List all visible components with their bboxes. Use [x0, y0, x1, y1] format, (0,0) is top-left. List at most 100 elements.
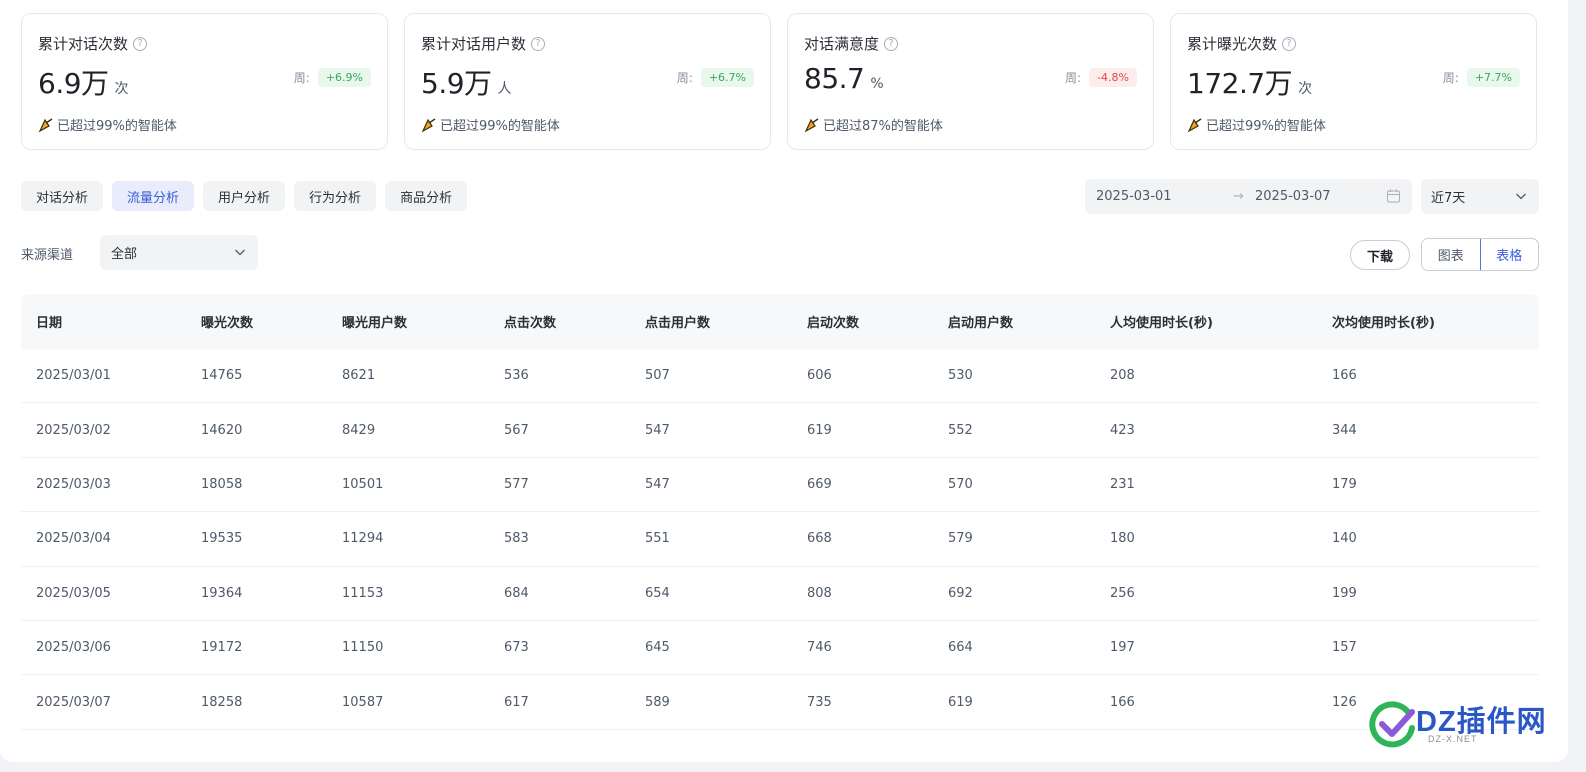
change-badge: +7.7% — [1466, 68, 1520, 87]
card-title-text: 累计对话用户数 — [421, 35, 527, 53]
trophy-icon — [1187, 117, 1202, 132]
table-header: 日期 曝光次数 曝光用户数 点击次数 点击用户数 启动次数 启动用户数 人均使用… — [21, 294, 1539, 349]
table-cell: 547 — [645, 476, 670, 492]
card-value: 5.9万 人 — [421, 62, 512, 102]
table-cell: 552 — [948, 422, 973, 438]
table-cell: 10587 — [342, 694, 384, 710]
column-header: 启动次数 — [807, 316, 860, 331]
table-cell: 231 — [1110, 476, 1135, 492]
stat-card: 累计曝光次数 ? 172.7万 次 周: +7.7% 已超过99%的智能体 — [1170, 13, 1537, 150]
table-row: 2025/03/04 19535 11294 583 551 668 579 180 140 — [21, 512, 1539, 567]
change-badge: +6.7% — [700, 68, 754, 87]
card-title-text: 累计曝光次数 — [1187, 35, 1278, 53]
quick-range-select[interactable]: 近7天 — [1421, 179, 1539, 214]
table-cell: 166 — [1332, 368, 1357, 384]
column-header: 点击次数 — [504, 316, 557, 331]
table-cell: 619 — [807, 422, 832, 438]
table-cell: 606 — [807, 368, 832, 384]
table-cell: 589 — [645, 694, 670, 710]
tab-traffic-analysis[interactable]: 流量分析 — [112, 181, 195, 211]
week-label: 周: — [293, 71, 310, 85]
table-cell: 11294 — [342, 531, 384, 547]
calendar-icon[interactable] — [1387, 189, 1400, 203]
table-cell: 423 — [1110, 422, 1135, 438]
table-cell: 619 — [948, 694, 973, 710]
arrow-right-icon: → — [1233, 189, 1244, 204]
table-cell: 14620 — [201, 422, 243, 438]
column-header: 曝光次数 — [201, 316, 254, 331]
table-cell: 654 — [645, 585, 670, 601]
table-cell: 551 — [645, 531, 670, 547]
card-value-number: 5.9万 — [421, 67, 492, 100]
table-cell: 2025/03/05 — [36, 585, 111, 601]
table-cell: 583 — [504, 531, 529, 547]
table-cell: 208 — [1110, 368, 1135, 384]
table-row: 2025/03/02 14620 8429 567 547 619 552 423 344 — [21, 403, 1539, 458]
table-cell: 140 — [1332, 531, 1357, 547]
table-cell: 11150 — [342, 640, 384, 656]
table-cell: 735 — [807, 694, 832, 710]
table-cell: 530 — [948, 368, 973, 384]
help-icon[interactable]: ? — [1282, 36, 1297, 51]
week-label: 周: — [1065, 71, 1082, 85]
table-cell: 256 — [1110, 585, 1135, 601]
table-cell: 808 — [807, 585, 832, 601]
table-cell: 570 — [948, 476, 973, 492]
table-cell: 2025/03/04 — [36, 531, 111, 547]
table-cell: 199 — [1332, 585, 1357, 601]
date-end[interactable]: 2025-03-07 — [1255, 189, 1331, 204]
card-value: 6.9万 次 — [38, 62, 129, 102]
week-label: 周: — [676, 71, 693, 85]
tab-product-analysis[interactable]: 商品分析 — [385, 181, 468, 211]
table-cell: 664 — [948, 640, 973, 656]
table-cell: 344 — [1332, 422, 1357, 438]
chevron-down-icon — [235, 249, 245, 256]
channel-select[interactable]: 全部 — [100, 235, 258, 270]
table-cell: 166 — [1110, 694, 1135, 710]
help-icon[interactable]: ? — [531, 36, 546, 51]
table-cell: 197 — [1110, 640, 1135, 656]
column-header: 人均使用时长(秒) — [1110, 316, 1213, 331]
table-cell: 684 — [504, 585, 529, 601]
table-cell: 11153 — [342, 585, 384, 601]
card-title: 对话满意度 ? — [804, 33, 899, 54]
checkmark-logo-icon — [1369, 701, 1415, 748]
tab-dialog-analysis[interactable]: 对话分析 — [21, 181, 104, 211]
date-range-picker[interactable]: 2025-03-01 → 2025-03-07 — [1085, 179, 1412, 214]
table-cell: 19364 — [201, 585, 243, 601]
tab-user-analysis[interactable]: 用户分析 — [203, 181, 286, 211]
help-icon[interactable]: ? — [133, 36, 148, 51]
chart-view-button[interactable]: 图表 — [1422, 239, 1480, 270]
help-icon[interactable]: ? — [884, 36, 899, 51]
traffic-table: 日期 曝光次数 曝光用户数 点击次数 点击用户数 启动次数 启动用户数 人均使用… — [21, 294, 1539, 730]
table-cell: 617 — [504, 694, 529, 710]
channel-select-value: 全部 — [111, 247, 138, 262]
table-cell: 179 — [1332, 476, 1357, 492]
table-cell: 2025/03/02 — [36, 422, 111, 438]
view-switch: 图表 表格 — [1421, 238, 1539, 271]
table-cell: 2025/03/03 — [36, 476, 111, 492]
card-title: 累计对话用户数 ? — [421, 33, 546, 54]
card-foot-text: 已超过99%的智能体 — [440, 119, 560, 134]
table-cell: 19172 — [201, 640, 243, 656]
table-cell: 14765 — [201, 368, 243, 384]
table-cell: 536 — [504, 368, 529, 384]
download-button[interactable]: 下载 — [1350, 240, 1410, 270]
date-start[interactable]: 2025-03-01 — [1096, 189, 1172, 204]
stat-cards: 累计对话次数 ? 6.9万 次 周: +6.9% 已超过99%的智能体 累计对话… — [21, 13, 1537, 150]
analysis-tabs: 对话分析 流量分析 用户分析 行为分析 商品分析 — [21, 181, 468, 211]
column-header: 次均使用时长(秒) — [1332, 316, 1435, 331]
table-cell: 579 — [948, 531, 973, 547]
table-body: 2025/03/01 14765 8621 536 507 606 530 208 166 202… — [21, 349, 1539, 730]
tab-behavior-analysis[interactable]: 行为分析 — [294, 181, 377, 211]
stat-card: 累计对话用户数 ? 5.9万 人 周: +6.7% 已超过99%的智能体 — [404, 13, 771, 150]
card-value-unit: % — [870, 76, 884, 92]
card-title: 累计对话次数 ? — [38, 33, 148, 54]
chevron-down-icon — [1516, 193, 1526, 200]
table-cell: 180 — [1110, 531, 1135, 547]
table-view-button[interactable]: 表格 — [1479, 239, 1538, 270]
card-rank-note: 已超过99%的智能体 — [38, 115, 177, 134]
main-panel: 累计对话次数 ? 6.9万 次 周: +6.9% 已超过99%的智能体 累计对话… — [0, 0, 1568, 762]
card-value-unit: 次 — [114, 81, 129, 97]
trophy-icon — [804, 117, 819, 132]
